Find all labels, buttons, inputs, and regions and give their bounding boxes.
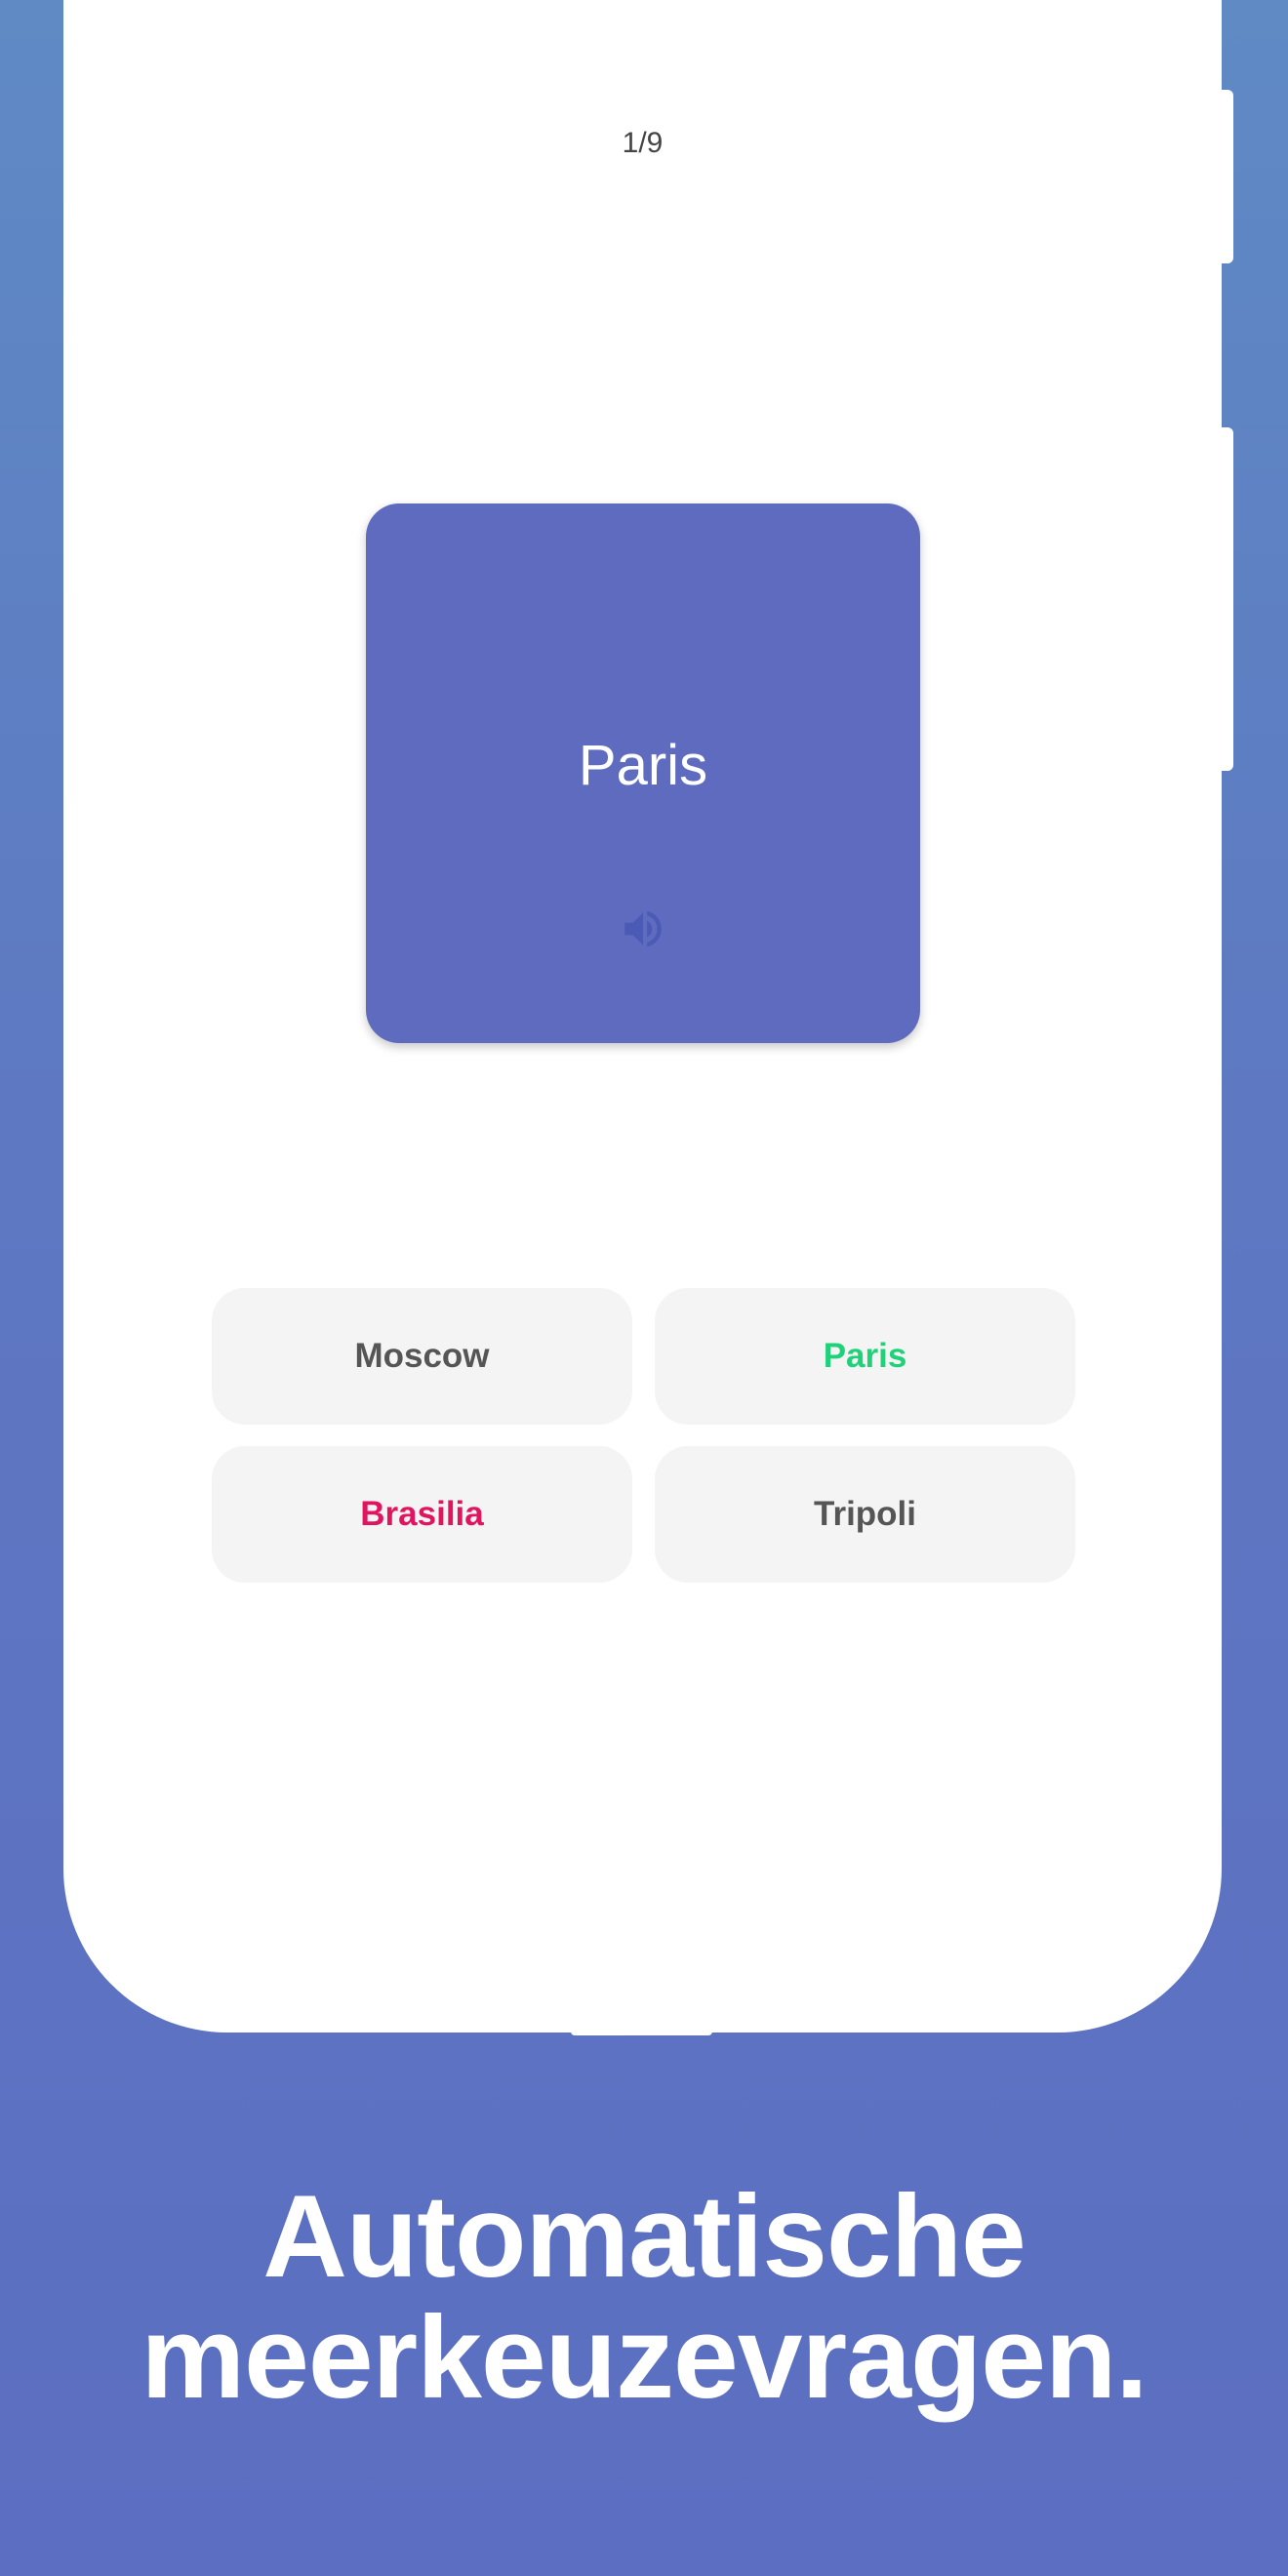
answer-option-paris[interactable]: Paris	[655, 1288, 1075, 1425]
phone-side-button-lower	[1220, 427, 1233, 771]
answer-option-moscow[interactable]: Moscow	[212, 1288, 632, 1425]
flashcard[interactable]: Paris	[366, 503, 920, 1043]
volume-up-icon[interactable]	[619, 905, 667, 953]
headline-line-1: Automatische	[262, 2171, 1026, 2302]
answer-option-brasilia[interactable]: Brasilia	[212, 1446, 632, 1583]
promo-headline: Automatische meerkeuzevragen.	[0, 2176, 1288, 2418]
answer-option-tripoli[interactable]: Tripoli	[655, 1446, 1075, 1583]
phone-screen: 1/9 Paris Moscow Paris Brasilia Tripoli	[63, 0, 1222, 2033]
phone-side-button-upper	[1220, 90, 1233, 263]
flashcard-word: Paris	[578, 734, 708, 797]
question-counter: 1/9	[622, 127, 664, 159]
phone-home-indicator	[571, 2028, 712, 2035]
headline-line-2: meerkeuzevragen.	[141, 2292, 1147, 2423]
